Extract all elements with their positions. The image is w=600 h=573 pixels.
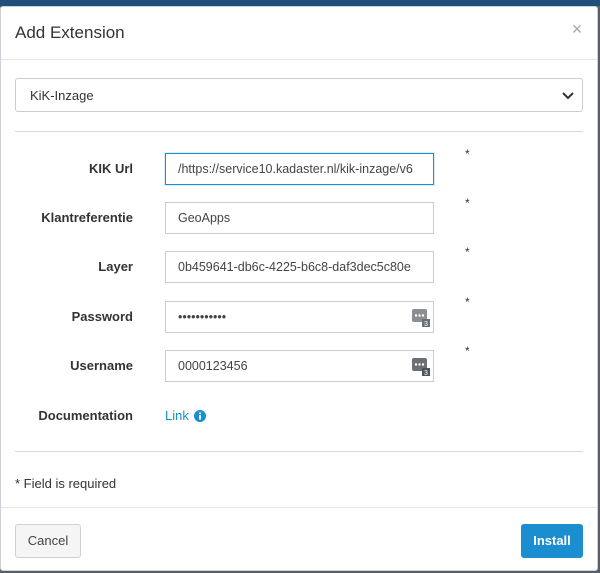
password-manager-badge: 3 (424, 321, 428, 328)
section-divider-top (15, 131, 583, 132)
klantreferentie-input[interactable]: GeoApps (165, 202, 434, 234)
kik-url-input[interactable]: https://service10.kadaster.nl/kik-inzage… (165, 153, 434, 185)
required-mark: * (465, 295, 470, 309)
header-divider (1, 59, 597, 60)
extension-select[interactable]: KiK-Inzage (15, 78, 583, 112)
dialog-title: Add Extension (15, 23, 125, 42)
klantreferentie-label: Klantreferentie (41, 210, 133, 225)
kik-url-label: KIK Url (88, 161, 133, 176)
chevron-down-icon (562, 92, 574, 100)
required-mark: * (465, 344, 470, 358)
username-input[interactable]: 0000123456 3 (165, 350, 434, 382)
documentation-link[interactable]: Link (165, 408, 207, 423)
add-extension-dialog: Add Extension × KiK-Inzage KIK Url https… (0, 6, 598, 571)
required-mark: * (465, 147, 470, 161)
password-manager-icon[interactable]: 3 (411, 357, 431, 377)
klantreferentie-value: GeoApps (178, 211, 231, 225)
password-manager-badge: 3 (424, 370, 428, 377)
field-row-kik-url: KIK Url https://service10.kadaster.nl/ki… (1, 147, 597, 185)
field-row-username: Username 0000123456 3 * (1, 344, 597, 382)
dialog-header: Add Extension × (1, 7, 597, 59)
info-icon (194, 410, 207, 422)
password-label: Password (71, 309, 133, 324)
field-row-documentation: Documentation Link (1, 400, 597, 432)
field-row-layer: Layer 0b459641-db6c-4225-b6c8-daf3dec5c8… (1, 245, 597, 283)
layer-value: 0b459641-db6c-4225-b6c8-daf3dec5c80e (178, 260, 411, 274)
install-button[interactable]: Install (521, 524, 583, 558)
field-row-klantreferentie: Klantreferentie GeoApps * (1, 196, 597, 234)
extension-select-value: KiK-Inzage (30, 88, 94, 103)
password-input[interactable]: ••••••••••• 3 (165, 301, 434, 333)
password-value: ••••••••••• (178, 310, 227, 324)
kik-url-value: https://service10.kadaster.nl/kik-inzage… (178, 162, 413, 176)
required-mark: * (465, 245, 470, 259)
password-manager-icon[interactable]: 3 (411, 308, 431, 328)
required-field-note: * Field is required (15, 476, 117, 491)
close-icon[interactable]: × (569, 19, 585, 39)
documentation-link-text: Link (165, 408, 189, 423)
cancel-button[interactable]: Cancel (15, 524, 81, 558)
username-label: Username (70, 358, 133, 373)
documentation-label: Documentation (38, 408, 133, 423)
layer-input[interactable]: 0b459641-db6c-4225-b6c8-daf3dec5c80e (165, 251, 434, 283)
username-value: 0000123456 (178, 359, 248, 373)
footer-divider (1, 507, 597, 508)
layer-label: Layer (98, 259, 133, 274)
required-mark: * (465, 196, 470, 210)
section-divider-bottom (15, 451, 583, 452)
field-row-password: Password ••••••••••• 3 * (1, 295, 597, 333)
